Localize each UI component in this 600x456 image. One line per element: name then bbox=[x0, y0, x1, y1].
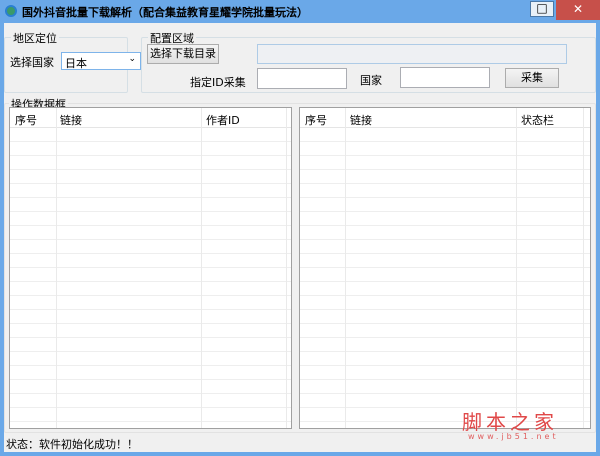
client-area: 地区定位 选择国家 日本 ⌄ 配置区域 选择下载目录 指定ID采集 国家 采集 … bbox=[4, 23, 596, 452]
watermark-url: www.jb51.net bbox=[468, 432, 559, 441]
column-header-index[interactable]: 序号 bbox=[15, 112, 37, 128]
watermark-logo: 脚本之家 bbox=[462, 410, 558, 434]
list-rows bbox=[300, 128, 590, 428]
download-dir-input[interactable] bbox=[257, 44, 567, 64]
id-collect-label: 指定ID采集 bbox=[190, 76, 246, 89]
close-button[interactable]: ✕ bbox=[556, 0, 600, 20]
country-select-label: 选择国家 bbox=[10, 56, 54, 69]
id-input[interactable] bbox=[257, 68, 347, 89]
collect-button[interactable]: 采集 bbox=[505, 68, 559, 88]
column-header-author-id[interactable]: 作者ID bbox=[206, 112, 240, 128]
country-label: 国家 bbox=[360, 74, 382, 87]
region-legend: 地区定位 bbox=[11, 30, 59, 46]
region-group: 地区定位 选择国家 日本 ⌄ bbox=[4, 30, 141, 93]
choose-download-dir-button[interactable]: 选择下载目录 bbox=[147, 44, 219, 64]
chevron-down-icon: ⌄ bbox=[128, 54, 136, 64]
right-list-view[interactable]: 序号 链接 状态栏 脚本之家 www.jb51.net bbox=[299, 107, 591, 441]
window-title: 国外抖音批量下载解析（配合集益教育星耀学院批量玩法） bbox=[22, 6, 308, 19]
left-list-view[interactable]: 序号 链接 作者ID bbox=[9, 107, 292, 429]
app-window: 国外抖音批量下载解析（配合集益教育星耀学院批量玩法） – □ ✕ 地区定位 选择… bbox=[0, 0, 600, 456]
right-list-header: 序号 链接 状态栏 bbox=[300, 108, 590, 128]
app-icon bbox=[5, 5, 17, 17]
status-text: 状态：软件初始化成功！！ bbox=[6, 438, 138, 451]
column-header-status[interactable]: 状态栏 bbox=[521, 112, 554, 128]
column-header-link[interactable]: 链接 bbox=[350, 112, 372, 128]
column-header-index[interactable]: 序号 bbox=[305, 112, 327, 128]
left-list-header: 序号 链接 作者ID bbox=[10, 108, 291, 128]
list-rows bbox=[10, 128, 291, 428]
maximize-button[interactable]: □ bbox=[530, 1, 554, 17]
country-input[interactable] bbox=[400, 67, 490, 88]
column-header-link[interactable]: 链接 bbox=[60, 112, 82, 128]
country-select[interactable]: 日本 ⌄ bbox=[61, 52, 141, 70]
country-select-value: 日本 bbox=[65, 57, 87, 70]
